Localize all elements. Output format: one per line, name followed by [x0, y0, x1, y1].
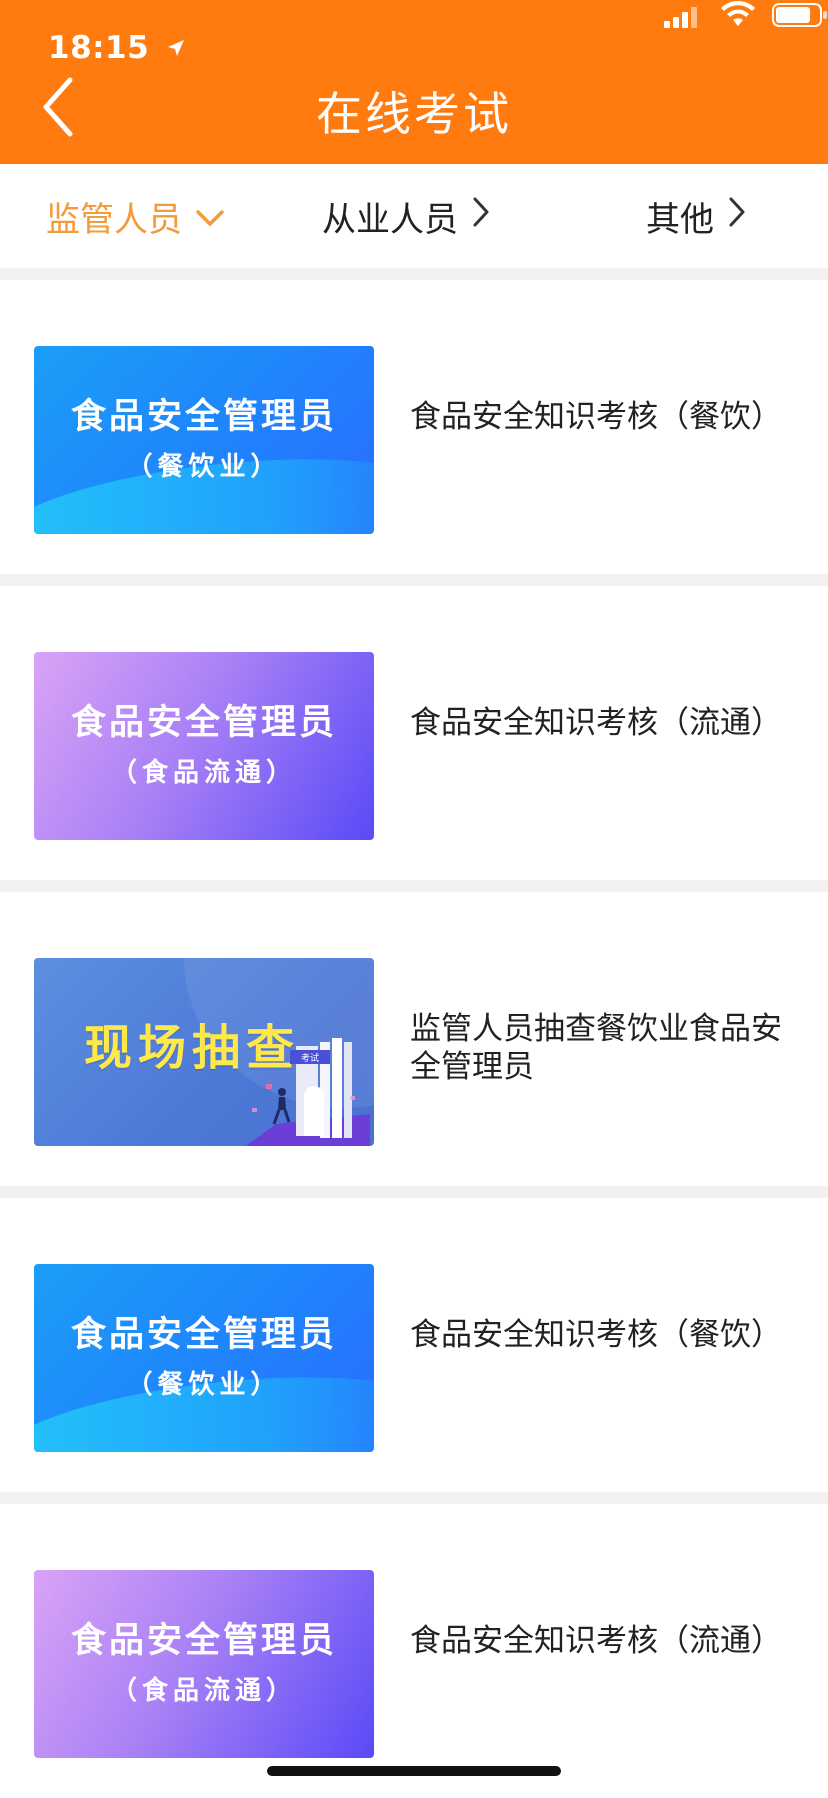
list-item[interactable]: 食品安全管理员 （食品流通） 食品安全知识考核（流通） [0, 1504, 828, 1798]
thumb-title: 食品安全管理员 [70, 703, 337, 743]
thumb-subtitle: （餐饮业） [126, 1370, 282, 1400]
exam-title: 食品安全知识考核（流通） [410, 705, 782, 741]
exam-title: 食品安全知识考核（餐饮） [410, 399, 782, 435]
divider [0, 574, 828, 586]
exam-title: 食品安全知识考核（流通） [410, 1623, 782, 1659]
exam-thumbnail: 食品安全管理员 （餐饮业） [34, 346, 374, 534]
tab-label: 从业人员 [322, 199, 458, 240]
thumb-subtitle: （食品流通） [110, 758, 297, 788]
sign-text: 考试 [301, 1052, 319, 1064]
exam-title: 食品安全知识考核（餐饮） [410, 1317, 782, 1353]
category-tabs: 监管人员 从业人员 其他 [0, 164, 828, 268]
battery-icon [772, 3, 827, 27]
home-indicator[interactable] [267, 1766, 561, 1776]
tab-supervisors[interactable]: 监管人员 [46, 164, 224, 268]
wifi-icon [721, 0, 755, 26]
location-arrow-icon [166, 30, 186, 66]
chevron-right-icon [472, 196, 490, 236]
divider [0, 1186, 828, 1198]
thumb-title: 食品安全管理员 [70, 1315, 337, 1355]
divider [0, 880, 828, 892]
divider [0, 268, 828, 280]
exam-list: 食品安全管理员 （餐饮业） 食品安全知识考核（餐饮） 食品安全管理员 （食品流通… [0, 268, 828, 1798]
chevron-down-icon [196, 196, 224, 236]
tab-label: 监管人员 [46, 199, 182, 240]
tab-label: 其他 [646, 199, 714, 240]
list-item[interactable]: 食品安全管理员 （餐饮业） 食品安全知识考核（餐饮） [0, 280, 828, 574]
exam-thumbnail: 食品安全管理员 （食品流通） [34, 652, 374, 840]
thumb-subtitle: （食品流通） [110, 1676, 297, 1706]
exam-thumbnail: 现场抽查 考试 [34, 958, 374, 1146]
page-title: 在线考试 [316, 87, 512, 141]
status-time-text: 18:15 [48, 30, 150, 66]
list-item[interactable]: 现场抽查 考试 监管人员抽查餐饮业食品安全管理员 [0, 892, 828, 1186]
cellular-signal-icon [664, 7, 697, 28]
exam-thumbnail: 食品安全管理员 （餐饮业） [34, 1264, 374, 1452]
divider [0, 1492, 828, 1504]
thumb-subtitle: （餐饮业） [126, 452, 282, 482]
list-item[interactable]: 食品安全管理员 （食品流通） 食品安全知识考核（流通） [0, 586, 828, 880]
exam-thumbnail: 食品安全管理员 （食品流通） [34, 1570, 374, 1758]
exam-gate-illustration-icon: 考试 [246, 1038, 370, 1146]
tab-other[interactable]: 其他 [646, 164, 746, 268]
exam-title: 监管人员抽查餐饮业食品安全管理员 [410, 1011, 782, 1085]
tab-practitioners[interactable]: 从业人员 [322, 164, 490, 268]
thumb-title: 食品安全管理员 [70, 1621, 337, 1661]
thumb-title: 食品安全管理员 [70, 397, 337, 437]
chevron-right-icon [728, 196, 746, 236]
list-item[interactable]: 食品安全管理员 （餐饮业） 食品安全知识考核（餐饮） [0, 1198, 828, 1492]
status-time: 18:15 [48, 30, 186, 66]
nav-header: 18:15 在线考试 [0, 0, 828, 164]
